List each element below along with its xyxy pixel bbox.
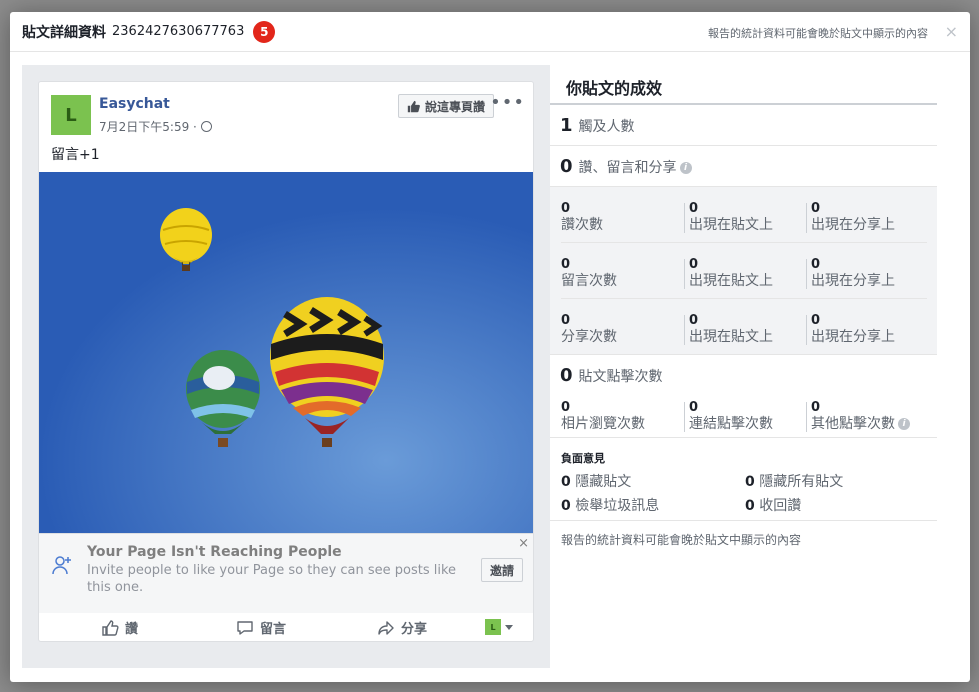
post-details-dialog: 貼文詳細資料 2362427630677763 5 報告的統計資料可能會晚於貼文…	[10, 12, 970, 682]
like-label: 讚	[125, 622, 139, 637]
post-id: 2362427630677763	[112, 24, 245, 39]
notice-close-icon[interactable]: ×	[518, 536, 529, 551]
divider	[550, 354, 937, 355]
shares-cell: 0 分享次數	[561, 313, 617, 345]
divider	[806, 259, 807, 289]
profile-avatar: L	[485, 619, 501, 635]
shares-on-shares-cell: 0 出現在分享上	[811, 313, 895, 345]
divider	[561, 242, 927, 243]
clicks-value: 0	[560, 365, 573, 386]
shares-on-post-cell: 0 出現在貼文上	[689, 313, 773, 345]
post-photo[interactable]	[39, 172, 533, 533]
engagement-row: 0 讚、留言和分享 i	[560, 156, 692, 177]
clicks-row: 0 貼文點擊次數	[560, 365, 663, 386]
other-clicks-cell: 0 其他點擊次數 i	[811, 400, 931, 433]
performance-panel: 你貼文的成效 1 觸及人數 0 讚、留言和分享 i 0 讚次數 0 出現在貼文上 0出…	[550, 65, 937, 668]
comment-label: 留言	[260, 622, 287, 637]
globe-icon	[200, 121, 212, 132]
page-name-link[interactable]: Easychat	[99, 96, 170, 112]
divider	[684, 315, 685, 345]
page-avatar[interactable]: L	[51, 95, 91, 135]
info-icon[interactable]: i	[679, 162, 692, 174]
reach-label: 觸及人數	[578, 119, 635, 135]
close-icon[interactable]: ×	[945, 22, 958, 41]
likes-on-shares-cell: 0 出現在分享上	[811, 201, 895, 233]
comments-cell: 0 留言次數	[561, 257, 617, 289]
divider	[550, 103, 937, 105]
likes-cell: 0 讚次數	[561, 201, 603, 233]
divider	[561, 298, 927, 299]
comment-icon	[237, 620, 253, 635]
unlike-stat: 0 收回讚	[745, 498, 802, 514]
divider	[684, 402, 685, 432]
reach-value: 1	[560, 115, 573, 136]
header-note: 報告的統計資料可能會晚於貼文中顯示的內容	[708, 27, 928, 40]
comments-on-shares-cell: 0 出現在分享上	[811, 257, 895, 289]
engagement-label: 讚、留言和分享 i	[579, 157, 692, 177]
divider	[550, 145, 937, 146]
add-person-icon	[52, 556, 71, 575]
post-text: 留言+1	[51, 147, 100, 163]
likes-on-post-cell: 0 出現在貼文上	[689, 201, 773, 233]
reach-notice: Your Page Isn't Reaching People Invite p…	[39, 533, 533, 613]
engagement-value: 0	[560, 156, 573, 177]
invite-button[interactable]: 邀請	[480, 558, 523, 582]
reach-row: 1 觸及人數	[560, 115, 635, 136]
stats-title: 你貼文的成效	[566, 79, 663, 98]
chevron-down-icon	[505, 624, 513, 630]
share-icon	[378, 620, 394, 635]
stats-footer-note: 報告的統計資料可能會晚於貼文中顯示的內容	[561, 533, 802, 547]
post-date: 7月2日下午5:59 ·	[99, 120, 197, 134]
comments-on-post-cell: 0 出現在貼文上	[689, 257, 773, 289]
info-icon[interactable]: i	[898, 418, 910, 430]
hot-air-balloons-image	[39, 172, 533, 533]
post-card: L Easychat 7月2日下午5:59 · 說這專頁讚 ••• 留言+1 Y…	[38, 81, 534, 642]
clicks-label: 貼文點擊次數	[578, 369, 663, 385]
negative-feedback-title: 負面意見	[561, 452, 605, 465]
more-options-icon[interactable]: •••	[490, 92, 525, 113]
divider	[684, 203, 685, 233]
spam-report-stat: 0 檢舉垃圾訊息	[561, 498, 660, 514]
post-preview-panel: L Easychat 7月2日下午5:59 · 說這專頁讚 ••• 留言+1 Y…	[22, 65, 550, 668]
dialog-header: 貼文詳細資料 2362427630677763 5 報告的統計資料可能會晚於貼文…	[10, 12, 970, 52]
divider	[550, 437, 937, 438]
notice-title: Your Page Isn't Reaching People	[87, 544, 342, 560]
divider	[806, 315, 807, 345]
divider	[806, 203, 807, 233]
post-actions-bar: 讚 留言 分享 L	[39, 613, 533, 641]
post-timestamp[interactable]: 7月2日下午5:59 ·	[99, 118, 212, 135]
thumbs-up-icon	[102, 619, 119, 636]
profile-selector[interactable]: L	[485, 619, 513, 635]
divider	[684, 259, 685, 289]
hide-post-stat: 0 隱藏貼文	[561, 474, 632, 490]
notification-badge: 5	[253, 20, 276, 43]
thumbs-up-icon	[407, 100, 420, 112]
photo-views-cell: 0 相片瀏覽次數	[561, 400, 645, 432]
dialog-title: 貼文詳細資料	[22, 24, 106, 41]
like-action[interactable]: 讚	[101, 618, 138, 637]
comment-action[interactable]: 留言	[236, 618, 286, 637]
like-page-label: 說這專頁讚	[425, 99, 486, 114]
notice-body: Invite people to like your Page so they …	[87, 563, 457, 595]
divider	[550, 520, 937, 521]
share-action[interactable]: 分享	[377, 618, 427, 637]
like-page-button[interactable]: 說這專頁讚	[398, 94, 495, 118]
divider	[806, 402, 807, 432]
link-clicks-cell: 0 連結點擊次數	[689, 400, 773, 432]
share-label: 分享	[401, 622, 428, 637]
hide-all-stat: 0 隱藏所有貼文	[745, 474, 844, 490]
